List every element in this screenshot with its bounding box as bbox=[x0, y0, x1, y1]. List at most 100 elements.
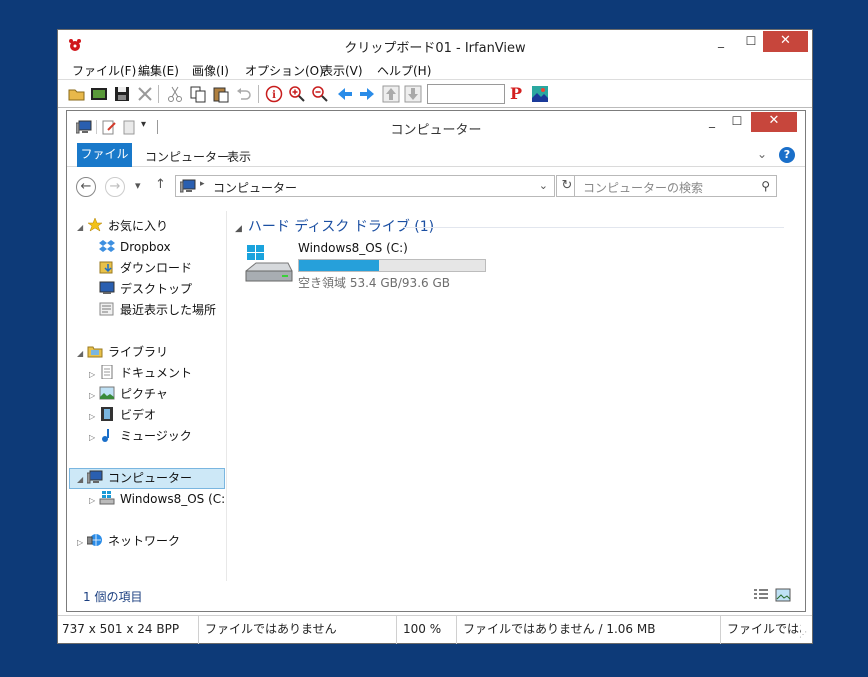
toolbar-separator bbox=[158, 85, 159, 103]
status-file-size: ファイルではありません / 1.06 MB bbox=[457, 616, 721, 644]
collapse-triangle-icon: ◢ bbox=[235, 224, 242, 234]
resize-grip-icon[interactable]: ⋰ bbox=[799, 630, 807, 639]
forward-arrow-icon: → bbox=[105, 177, 125, 197]
content-pane: ◢ ハード ディスク ドライブ (1) Windows8_OS (C:) 空き領域… bbox=[229, 211, 799, 581]
explorer-close-button: ✕ bbox=[751, 112, 797, 132]
explorer-title: コンピューター bbox=[390, 123, 482, 138]
tree-label: ビデオ bbox=[120, 408, 157, 422]
open-folder-icon[interactable] bbox=[68, 85, 86, 103]
explorer-status-bar: 1 個の項目 bbox=[67, 584, 805, 608]
undo-icon[interactable] bbox=[235, 85, 253, 103]
dropbox-icon bbox=[99, 240, 115, 252]
drive-usage-bar bbox=[298, 259, 486, 272]
image-canvas[interactable]: ▾ コンピューター _ ☐ ✕ ファイル コンピューター 表示 ⌄ ? ← → … bbox=[66, 110, 806, 612]
down-arrow-icon[interactable] bbox=[404, 85, 422, 103]
tab-file: ファイル bbox=[77, 143, 132, 167]
tree-label: ドキュメント bbox=[120, 366, 193, 380]
menu-file[interactable]: ファイル(F) bbox=[72, 62, 136, 79]
tree-item-recent-places: 最近表示した場所 bbox=[89, 300, 216, 320]
drive-free-space: 空き領域 53.4 GB/93.6 GB bbox=[298, 276, 450, 290]
cut-icon[interactable] bbox=[166, 85, 184, 103]
download-folder-icon bbox=[99, 261, 113, 274]
slideshow-icon[interactable] bbox=[90, 85, 108, 103]
search-icon: ⚲ bbox=[761, 179, 770, 193]
next-arrow-icon[interactable] bbox=[358, 85, 376, 103]
search-box: コンピューターの検索 ⚲ bbox=[574, 175, 777, 197]
menu-options[interactable]: オプション(O) bbox=[245, 62, 324, 79]
paint-icon[interactable] bbox=[531, 85, 549, 103]
maximize-button[interactable]: ☐ bbox=[738, 31, 764, 52]
navigation-pane: ◢ お気に入り Dropbox ダウンロード デスクトップ 最近表示した場所 ◢ ラ… bbox=[67, 211, 227, 581]
save-icon[interactable] bbox=[113, 85, 131, 103]
computer-icon bbox=[87, 470, 103, 484]
drive-usage-fill bbox=[299, 260, 379, 271]
hard-drive-icon bbox=[245, 245, 293, 282]
minimize-button[interactable]: _ bbox=[708, 31, 734, 52]
address-dropdown-icon: ⌄ bbox=[538, 179, 548, 192]
details-view-icon bbox=[754, 589, 768, 599]
picture-icon bbox=[99, 386, 115, 400]
tree-label: Dropbox bbox=[120, 240, 171, 254]
tree-label: Windows8_OS (C: bbox=[120, 492, 226, 506]
video-icon bbox=[101, 407, 113, 421]
menu-view[interactable]: 表示(V) bbox=[321, 62, 363, 79]
status-bar: 737 x 501 x 24 BPP ファイルではありません 100 % ファイ… bbox=[58, 615, 812, 644]
help-icon: ? bbox=[779, 147, 795, 163]
status-extra: ファイルではあ bbox=[727, 622, 801, 636]
menu-image[interactable]: 画像(I) bbox=[192, 62, 229, 79]
tree-item-desktop: デスクトップ bbox=[89, 279, 192, 299]
title-bar[interactable]: クリップボード01 - IrfanView _ ☐ ✕ bbox=[58, 30, 812, 60]
tree-label: ピクチャ bbox=[120, 387, 168, 401]
menu-help[interactable]: ヘルプ(H) bbox=[377, 62, 431, 79]
computer-icon bbox=[180, 179, 196, 193]
explorer-maximize-button: ☐ bbox=[731, 114, 743, 128]
tree-item-computer: ◢ コンピューター bbox=[77, 470, 193, 485]
paste-icon[interactable] bbox=[212, 85, 230, 103]
tree-label: ネットワーク bbox=[108, 534, 181, 548]
status-image-info: 737 x 501 x 24 BPP bbox=[58, 616, 199, 644]
large-icons-view-icon bbox=[775, 588, 791, 602]
tree-item-network: ▷ ネットワーク bbox=[77, 534, 181, 548]
item-count: 1 個の項目 bbox=[83, 590, 143, 604]
windows-drive-icon bbox=[99, 491, 115, 505]
breadcrumb-chevron-icon: ▸ bbox=[200, 179, 205, 189]
ribbon-expand-chevron-icon: ⌄ bbox=[757, 147, 768, 161]
menu-edit[interactable]: 編集(E) bbox=[138, 62, 179, 79]
tab-computer: コンピューター bbox=[145, 150, 230, 164]
tree-item-libraries: ◢ ライブラリ bbox=[77, 345, 169, 359]
print-p-icon[interactable]: P bbox=[510, 84, 528, 103]
close-button[interactable]: ✕ bbox=[763, 31, 808, 52]
recent-places-icon bbox=[99, 302, 114, 316]
delete-icon[interactable] bbox=[136, 85, 154, 103]
window-title: クリップボード01 - IrfanView bbox=[344, 41, 526, 56]
copy-icon[interactable] bbox=[189, 85, 207, 103]
tree-item-pictures: ▷ ピクチャ bbox=[89, 386, 168, 401]
explorer-title-bar: ▾ コンピューター _ ☐ ✕ bbox=[67, 111, 805, 141]
tree-label: 最近表示した場所 bbox=[120, 303, 217, 317]
tree-item-favorites: ◢ お気に入り bbox=[77, 218, 169, 233]
music-icon bbox=[102, 429, 109, 442]
tab-view: 表示 bbox=[227, 150, 252, 164]
up-arrow-icon[interactable] bbox=[382, 85, 400, 103]
info-icon[interactable]: i bbox=[265, 85, 283, 103]
previous-arrow-icon[interactable] bbox=[336, 85, 354, 103]
menu-bar: ファイル(F) 編集(E) 画像(I) オプション(O) 表示(V) ヘルプ(H… bbox=[58, 60, 812, 80]
group-header: ◢ ハード ディスク ドライブ (1) bbox=[235, 216, 434, 236]
toolbar-separator bbox=[258, 85, 259, 103]
page-input[interactable] bbox=[427, 84, 505, 104]
tree-item-documents: ▷ ドキュメント bbox=[89, 365, 193, 380]
zoom-in-icon[interactable] bbox=[288, 85, 306, 103]
tree-item-dropbox: Dropbox bbox=[89, 237, 171, 257]
address-bar: ▸ コンピューター ⌄ bbox=[175, 175, 555, 197]
tree-label: コンピューター bbox=[108, 471, 193, 485]
zoom-out-icon[interactable] bbox=[311, 85, 329, 103]
group-divider bbox=[404, 227, 784, 228]
network-icon bbox=[87, 534, 102, 546]
tree-item-drive-c: ▷ Windows8_OS (C: bbox=[89, 491, 226, 506]
status-zoom: 100 % bbox=[397, 616, 457, 644]
tree-label: ミュージック bbox=[120, 429, 192, 443]
library-icon bbox=[87, 346, 103, 358]
address-text: コンピューター bbox=[213, 181, 298, 195]
drive-name: Windows8_OS (C:) bbox=[298, 241, 408, 255]
navigation-bar: ← → ▾ ↑ ▸ コンピューター ⌄ ↻ コンピューターの検索 ⚲ bbox=[67, 168, 805, 208]
